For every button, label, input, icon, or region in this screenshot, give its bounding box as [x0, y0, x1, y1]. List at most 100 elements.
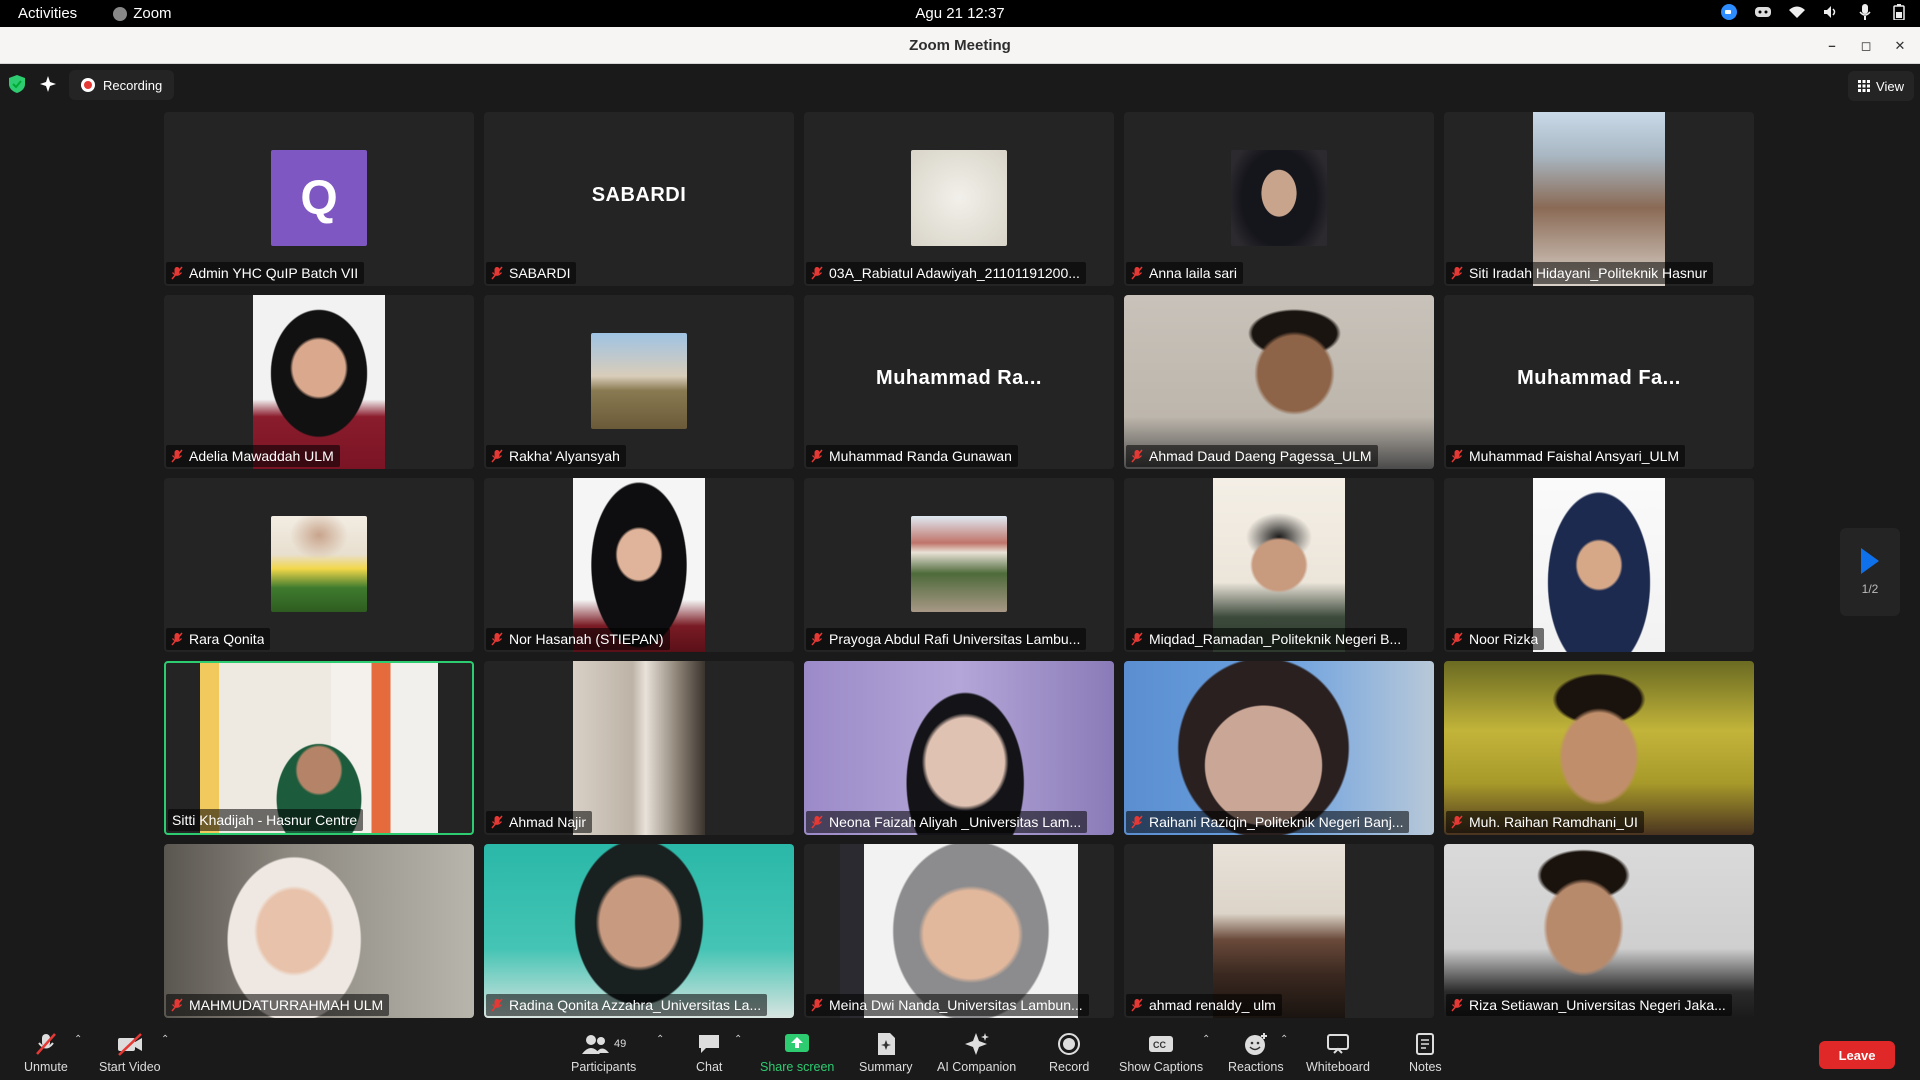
audio-options-caret-icon[interactable]: ⌃: [74, 1034, 82, 1045]
participant-tile[interactable]: Siti Iradah Hidayani_Politeknik Hasnur: [1444, 112, 1754, 286]
activities-button[interactable]: Activities: [18, 5, 77, 22]
battery-icon[interactable]: [1890, 3, 1908, 21]
meeting-top-strip: Recording View: [0, 68, 1920, 102]
show-captions-button[interactable]: CC Show Captions: [1119, 1032, 1203, 1074]
participant-name-label: Miqdad_Ramadan_Politeknik Negeri B...: [1126, 628, 1408, 650]
record-button[interactable]: Record: [1049, 1032, 1089, 1074]
participant-name-label: Admin YHC QuIP Batch VII: [166, 262, 365, 284]
share-screen-button[interactable]: Share screen: [760, 1032, 834, 1074]
participant-name-label: Nor Hasanah (STIEPAN): [486, 628, 670, 650]
meeting-area: Recording View Q Admin YHC QuIP Batch VII…: [0, 64, 1920, 1028]
encryption-shield-icon[interactable]: [8, 74, 26, 94]
minimize-icon[interactable]: –: [1826, 39, 1838, 52]
participants-options-caret-icon[interactable]: ⌃: [656, 1034, 664, 1045]
muted-microphone-icon: [491, 449, 503, 463]
participant-tile[interactable]: Riza Setiawan_Universitas Negeri Jaka...: [1444, 844, 1754, 1018]
muted-microphone-icon: [171, 266, 183, 280]
muted-microphone-icon: [1451, 998, 1463, 1012]
view-button[interactable]: View: [1848, 71, 1914, 101]
participant-name: Rara Qonita: [189, 631, 265, 647]
participant-video: [200, 663, 438, 833]
share-screen-label: Share screen: [760, 1060, 835, 1074]
participant-tile[interactable]: MAHMUDATURRAHMAH ULM: [164, 844, 474, 1018]
volume-icon[interactable]: [1822, 3, 1840, 21]
discord-icon[interactable]: [1754, 3, 1772, 21]
notes-icon: [1415, 1032, 1435, 1056]
wifi-icon[interactable]: [1788, 3, 1806, 21]
participant-name-label: Meina Dwi Nanda_Universitas Lambun...: [806, 994, 1089, 1016]
summary-icon: [875, 1032, 897, 1056]
participant-video: [1124, 661, 1434, 835]
clock[interactable]: Agu 21 12:37: [0, 5, 1920, 22]
participant-video: [840, 844, 1078, 1018]
whiteboard-button[interactable]: Whiteboard: [1306, 1032, 1370, 1074]
profile-avatar: Q: [271, 150, 367, 246]
participant-tile[interactable]: Muh. Raihan Ramdhani_UI: [1444, 661, 1754, 835]
participant-tile[interactable]: Adelia Mawaddah ULM: [164, 295, 474, 469]
close-icon[interactable]: ✕: [1894, 39, 1906, 52]
participant-name-label: Riza Setiawan_Universitas Negeri Jaka...: [1446, 994, 1732, 1016]
participant-tile[interactable]: Sitti Khadijah - Hasnur Centre: [164, 661, 474, 835]
recording-indicator[interactable]: Recording: [69, 70, 175, 100]
captions-options-caret-icon[interactable]: ⌃: [1202, 1034, 1210, 1045]
unmute-button[interactable]: Unmute: [24, 1032, 68, 1074]
participant-name-label: Adelia Mawaddah ULM: [166, 445, 340, 467]
participant-name-label: Sitti Khadijah - Hasnur Centre: [168, 809, 364, 831]
window-title: Zoom Meeting: [909, 36, 1011, 54]
ai-companion-button[interactable]: AI Companion: [937, 1032, 1016, 1074]
participants-button[interactable]: 49 Participants: [571, 1032, 636, 1074]
zoom-tray-icon[interactable]: [1720, 3, 1738, 21]
participant-tile[interactable]: 03A_Rabiatul Adawiyah_21101191200...: [804, 112, 1114, 286]
participant-name-label: MAHMUDATURRAHMAH ULM: [166, 994, 390, 1016]
participant-tile[interactable]: SABARDI SABARDI: [484, 112, 794, 286]
participant-tile[interactable]: Nor Hasanah (STIEPAN): [484, 478, 794, 652]
participant-tile[interactable]: Raihani Raziqin_Politeknik Negeri Banj..…: [1124, 661, 1434, 835]
restore-icon[interactable]: ◻: [1860, 39, 1872, 52]
reactions-options-caret-icon[interactable]: ⌃: [1280, 1034, 1288, 1045]
participant-tile[interactable]: Muhammad Fa... Muhammad Faishal Ansyari_U…: [1444, 295, 1754, 469]
participant-tile[interactable]: Muhammad Ra... Muhammad Randa Gunawan: [804, 295, 1114, 469]
microphone-icon[interactable]: [1856, 3, 1874, 21]
chat-button[interactable]: Chat: [696, 1032, 722, 1074]
participant-name: ahmad renaldy_ ulm: [1149, 997, 1276, 1013]
participant-tile[interactable]: Anna laila sari: [1124, 112, 1434, 286]
start-video-label: Start Video: [99, 1060, 161, 1074]
participant-name: Raihani Raziqin_Politeknik Negeri Banj..…: [1149, 814, 1404, 830]
video-options-caret-icon[interactable]: ⌃: [161, 1034, 169, 1045]
ai-companion-icon: [964, 1032, 990, 1056]
participant-tile[interactable]: Rara Qonita: [164, 478, 474, 652]
participant-name-label: Prayoga Abdul Rafi Universitas Lambu...: [806, 628, 1087, 650]
notes-button[interactable]: Notes: [1409, 1032, 1442, 1074]
participant-tile[interactable]: Rakha' Alyansyah: [484, 295, 794, 469]
captions-icon: CC: [1148, 1032, 1174, 1056]
participant-tile[interactable]: Noor Rizka: [1444, 478, 1754, 652]
ai-companion-sparkle-icon[interactable]: [38, 74, 58, 94]
app-menu[interactable]: Zoom: [113, 5, 172, 22]
participant-name: Nor Hasanah (STIEPAN): [509, 631, 664, 647]
system-tray[interactable]: [1720, 3, 1908, 21]
summary-button[interactable]: Summary: [859, 1032, 912, 1074]
participant-video: [1213, 844, 1345, 1018]
participant-name: Miqdad_Ramadan_Politeknik Negeri B...: [1149, 631, 1402, 647]
participant-video: [1213, 478, 1345, 652]
participant-tile[interactable]: Prayoga Abdul Rafi Universitas Lambu...: [804, 478, 1114, 652]
chat-options-caret-icon[interactable]: ⌃: [734, 1034, 742, 1045]
participant-tile[interactable]: Ahmad Najir: [484, 661, 794, 835]
start-video-button[interactable]: Start Video: [99, 1032, 161, 1074]
participant-tile[interactable]: Radina Qonita Azzahra_Universitas La...: [484, 844, 794, 1018]
participant-video: [1533, 112, 1665, 286]
avatar-initial: Q: [300, 171, 338, 225]
participant-tile[interactable]: Neona Faizah Aliyah _Universitas Lam...: [804, 661, 1114, 835]
participant-video: [484, 844, 794, 1018]
participant-tile[interactable]: Miqdad_Ramadan_Politeknik Negeri B...: [1124, 478, 1434, 652]
participant-name: Rakha' Alyansyah: [509, 448, 620, 464]
participant-tile[interactable]: Q Admin YHC QuIP Batch VII: [164, 112, 474, 286]
participant-tile[interactable]: ahmad renaldy_ ulm: [1124, 844, 1434, 1018]
reactions-button[interactable]: Reactions: [1228, 1032, 1284, 1074]
participant-tile[interactable]: Meina Dwi Nanda_Universitas Lambun...: [804, 844, 1114, 1018]
window-title-bar[interactable]: Zoom Meeting – ◻ ✕: [0, 27, 1920, 64]
leave-button[interactable]: Leave: [1819, 1041, 1895, 1069]
participant-tile[interactable]: Ahmad Daud Daeng Pagessa_ULM: [1124, 295, 1434, 469]
participant-name-label: Ahmad Daud Daeng Pagessa_ULM: [1126, 445, 1378, 467]
next-page-button[interactable]: 1/2: [1840, 528, 1900, 616]
